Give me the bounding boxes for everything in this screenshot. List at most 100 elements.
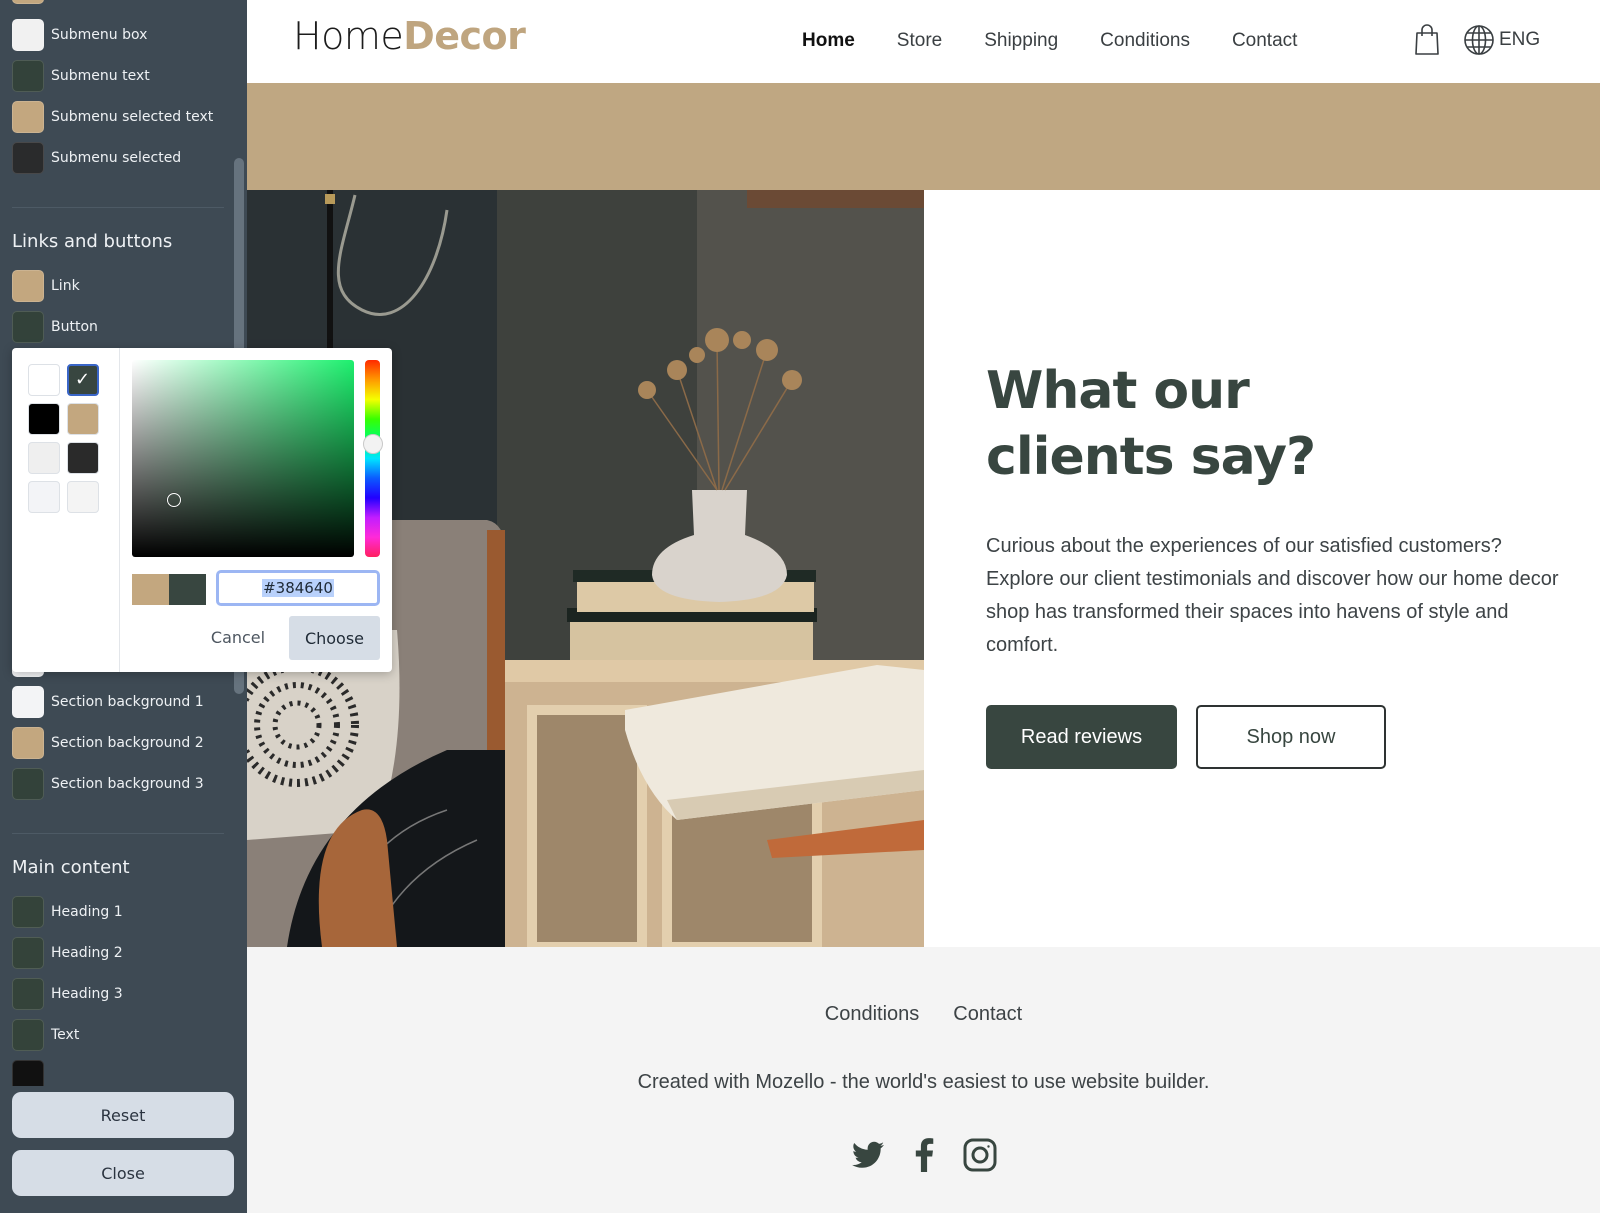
color-row-link[interactable]: Link — [12, 270, 80, 302]
color-row-submenu-selected-text[interactable]: Submenu selected text — [12, 101, 213, 133]
color-row-label: Submenu selected text — [51, 109, 214, 125]
logo-text-light: Home — [293, 14, 404, 58]
color-row-text[interactable]: Text — [12, 1019, 79, 1051]
color-row-submenu-text[interactable]: Submenu text — [12, 60, 150, 92]
social-links — [247, 1137, 1600, 1173]
cancel-button[interactable]: Cancel — [202, 616, 274, 658]
color-row-label: Heading 3 — [51, 986, 123, 1002]
color-swatch[interactable] — [12, 19, 44, 51]
color-row-label: Submenu box — [51, 27, 148, 43]
footer-link-contact[interactable]: Contact — [953, 1003, 1022, 1026]
color-row-section-background-1[interactable]: Section background 1 — [12, 686, 204, 718]
preset-swatch[interactable] — [67, 403, 99, 435]
color-row-label: Link — [51, 278, 80, 294]
footer-credit: Created with Mozello - the world's easie… — [637, 1071, 1210, 1093]
choose-button[interactable]: Choose — [289, 616, 380, 660]
color-row-partial[interactable] — [12, 0, 44, 4]
checkmark-icon: ✓ — [75, 369, 91, 390]
read-reviews-button[interactable]: Read reviews — [986, 705, 1177, 769]
shopping-bag-icon[interactable] — [1414, 24, 1440, 56]
twitter-icon[interactable] — [851, 1137, 885, 1173]
nav-contact[interactable]: Contact — [1232, 30, 1297, 52]
hue-slider-handle[interactable] — [363, 434, 383, 454]
color-compare — [132, 574, 206, 605]
color-row-label: Section background 3 — [51, 776, 204, 792]
color-swatch[interactable] — [12, 768, 44, 800]
website-preview: HomeDecor Home Store Shipping Conditions… — [247, 0, 1600, 1213]
color-row-label: Submenu text — [51, 68, 150, 84]
color-row-heading-2[interactable]: Heading 2 — [12, 937, 123, 969]
preset-swatch[interactable] — [67, 481, 99, 513]
saturation-cursor[interactable] — [167, 493, 181, 507]
section-description: Curious about the experiences of our sat… — [986, 535, 1559, 656]
main-nav: Home Store Shipping Conditions Contact — [802, 26, 1339, 56]
color-swatch[interactable] — [12, 896, 44, 928]
color-swatch[interactable] — [12, 270, 44, 302]
color-swatch[interactable] — [12, 686, 44, 718]
accent-band — [247, 83, 1600, 190]
color-row-button[interactable]: Button — [12, 311, 98, 343]
previous-color-swatch — [132, 574, 169, 605]
section-heading-links-buttons: Links and buttons — [12, 231, 173, 252]
color-row-section-background-3[interactable]: Section background 3 — [12, 768, 204, 800]
hex-color-input[interactable] — [216, 570, 380, 606]
preset-swatch-selected[interactable]: ✓ — [67, 364, 99, 396]
new-color-swatch — [169, 574, 206, 605]
site-logo[interactable]: HomeDecor — [293, 14, 526, 58]
color-swatch[interactable] — [12, 0, 44, 4]
color-swatch[interactable] — [12, 1019, 44, 1051]
preset-swatch[interactable] — [28, 481, 60, 513]
testimonials-section: What our clients say? Curious about the … — [247, 190, 1600, 947]
color-row-section-background-2[interactable]: Section background 2 — [12, 727, 204, 759]
nav-conditions[interactable]: Conditions — [1100, 30, 1190, 52]
section-divider — [12, 207, 224, 208]
instagram-icon[interactable] — [963, 1137, 997, 1173]
shop-now-button[interactable]: Shop now — [1196, 705, 1386, 769]
color-row-label: Heading 1 — [51, 904, 123, 920]
saturation-value-area[interactable] — [132, 360, 354, 557]
color-picker-popup: ✓ #384640 Cancel Choose — [12, 348, 392, 672]
globe-icon — [1464, 25, 1494, 55]
color-row-heading-1[interactable]: Heading 1 — [12, 896, 123, 928]
preset-swatches: ✓ — [12, 348, 120, 672]
color-swatch[interactable] — [12, 937, 44, 969]
logo-text-bold: Decor — [403, 14, 526, 58]
footer-links: Conditions Contact — [247, 1003, 1600, 1026]
color-row-submenu-selected[interactable]: Submenu selected — [12, 142, 181, 174]
nav-home[interactable]: Home — [802, 30, 855, 52]
hue-slider[interactable] — [365, 360, 380, 557]
color-swatch[interactable] — [12, 978, 44, 1010]
color-swatch[interactable] — [12, 101, 44, 133]
preset-swatch[interactable] — [67, 442, 99, 474]
color-swatch[interactable] — [12, 727, 44, 759]
color-swatch[interactable] — [12, 311, 44, 343]
color-row-label: Button — [51, 319, 98, 335]
language-label: ENG — [1499, 29, 1541, 50]
color-row-label: Text — [51, 1027, 80, 1043]
nav-shipping[interactable]: Shipping — [984, 30, 1058, 52]
color-row-label: Heading 2 — [51, 945, 123, 961]
reset-button[interactable]: Reset — [12, 1092, 234, 1138]
section-heading-main-content: Main content — [12, 857, 130, 878]
color-row-submenu-box[interactable]: Submenu box — [12, 19, 147, 51]
color-row-label: Section background 1 — [51, 694, 204, 710]
preset-swatch[interactable] — [28, 364, 60, 396]
color-swatch[interactable] — [12, 142, 44, 174]
title-line-2: clients say? — [986, 427, 1316, 487]
nav-store[interactable]: Store — [897, 30, 942, 52]
close-button[interactable]: Close — [12, 1150, 234, 1196]
site-footer: Conditions Contact Created with Mozello … — [247, 947, 1600, 1213]
testimonials-text: What our clients say? Curious about the … — [986, 358, 1566, 662]
title-line-1: What our — [986, 361, 1250, 421]
language-selector[interactable]: ENG — [1463, 24, 1540, 56]
color-swatch[interactable] — [12, 60, 44, 92]
footer-link-conditions[interactable]: Conditions — [825, 1003, 920, 1026]
section-title: What our clients say? — [986, 358, 1566, 490]
facebook-icon[interactable] — [907, 1137, 941, 1173]
color-row-heading-3[interactable]: Heading 3 — [12, 978, 123, 1010]
preset-swatch[interactable] — [28, 442, 60, 474]
color-row-label: Section background 2 — [51, 735, 204, 751]
site-header: HomeDecor Home Store Shipping Conditions… — [247, 0, 1600, 83]
color-row-label: Submenu selected — [51, 150, 182, 166]
preset-swatch[interactable] — [28, 403, 60, 435]
